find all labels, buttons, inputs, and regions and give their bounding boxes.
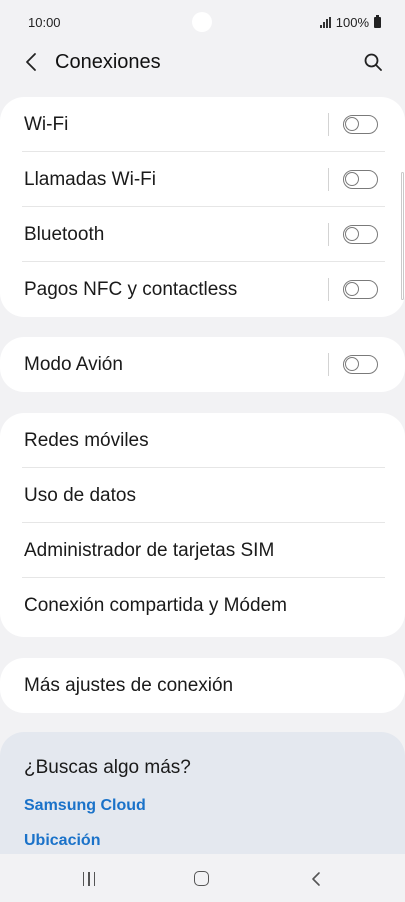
more-settings-card: Más ajustes de conexión xyxy=(0,658,405,713)
row-separator xyxy=(328,168,329,191)
more-connection-settings-label: Más ajustes de conexión xyxy=(24,674,234,696)
location-link[interactable]: Ubicación xyxy=(24,832,100,850)
wifi-row[interactable]: Wi-Fi xyxy=(0,97,405,152)
nfc-toggle[interactable] xyxy=(343,280,378,299)
camera-cutout xyxy=(192,12,212,32)
nav-back-icon[interactable] xyxy=(308,870,326,888)
back-icon[interactable] xyxy=(20,50,44,74)
toggle-knob xyxy=(345,282,359,296)
nfc-row[interactable]: Pagos NFC y contactless xyxy=(0,262,405,317)
row-separator xyxy=(328,113,329,136)
suggestions-title: ¿Buscas algo más? xyxy=(24,757,191,778)
search-icon[interactable] xyxy=(361,50,385,74)
battery-icon xyxy=(374,15,381,28)
toggle-knob xyxy=(345,117,359,131)
wifi-calling-row[interactable]: Llamadas Wi-Fi xyxy=(0,152,405,207)
toggle-knob xyxy=(345,227,359,241)
mobile-networks-label: Redes móviles xyxy=(24,429,149,451)
airplane-mode-toggle[interactable] xyxy=(343,355,378,374)
bluetooth-label: Bluetooth xyxy=(24,223,105,245)
toggle-knob xyxy=(345,172,359,186)
app-header: Conexiones xyxy=(0,44,405,80)
mobile-networks-row[interactable]: Redes móviles xyxy=(0,413,405,468)
data-usage-row[interactable]: Uso de datos xyxy=(0,468,405,523)
wifi-label: Wi-Fi xyxy=(24,113,69,135)
status-indicators: 100% xyxy=(319,15,381,30)
samsung-cloud-link[interactable]: Samsung Cloud xyxy=(24,797,146,815)
wifi-calling-toggle[interactable] xyxy=(343,170,378,189)
airplane-mode-card: Modo Avión xyxy=(0,337,405,392)
suggestions-card: ¿Buscas algo más? Samsung Cloud Ubicació… xyxy=(0,732,405,854)
system-nav-bar xyxy=(0,854,405,902)
row-separator xyxy=(328,353,329,376)
signal-icon xyxy=(319,17,331,28)
battery-percentage: 100% xyxy=(335,15,369,30)
airplane-mode-row[interactable]: Modo Avión xyxy=(0,337,405,392)
toggle-knob xyxy=(345,357,359,371)
home-icon[interactable] xyxy=(194,871,209,886)
row-separator xyxy=(328,223,329,246)
data-usage-label: Uso de datos xyxy=(24,484,136,506)
bluetooth-row[interactable]: Bluetooth xyxy=(0,207,405,262)
scrollbar[interactable] xyxy=(401,172,404,300)
bluetooth-toggle[interactable] xyxy=(343,225,378,244)
sim-manager-label: Administrador de tarjetas SIM xyxy=(24,539,275,561)
page-title: Conexiones xyxy=(55,51,161,73)
row-separator xyxy=(328,278,329,301)
connections-toggle-card: Wi-Fi Llamadas Wi-Fi Bluetooth Pagos NFC… xyxy=(0,97,405,317)
sim-manager-row[interactable]: Administrador de tarjetas SIM xyxy=(0,523,405,578)
tethering-row[interactable]: Conexión compartida y Módem xyxy=(0,578,405,633)
tethering-label: Conexión compartida y Módem xyxy=(24,594,287,616)
airplane-mode-label: Modo Avión xyxy=(24,353,123,375)
network-settings-card: Redes móviles Uso de datos Administrador… xyxy=(0,413,405,637)
more-connection-settings-row[interactable]: Más ajustes de conexión xyxy=(0,658,405,713)
status-bar: 10:00 100% xyxy=(0,0,405,44)
wifi-toggle[interactable] xyxy=(343,115,378,134)
wifi-calling-label: Llamadas Wi-Fi xyxy=(24,168,156,190)
nfc-label: Pagos NFC y contactless xyxy=(24,278,238,300)
status-time: 10:00 xyxy=(28,15,61,30)
recent-apps-icon[interactable] xyxy=(81,872,97,887)
